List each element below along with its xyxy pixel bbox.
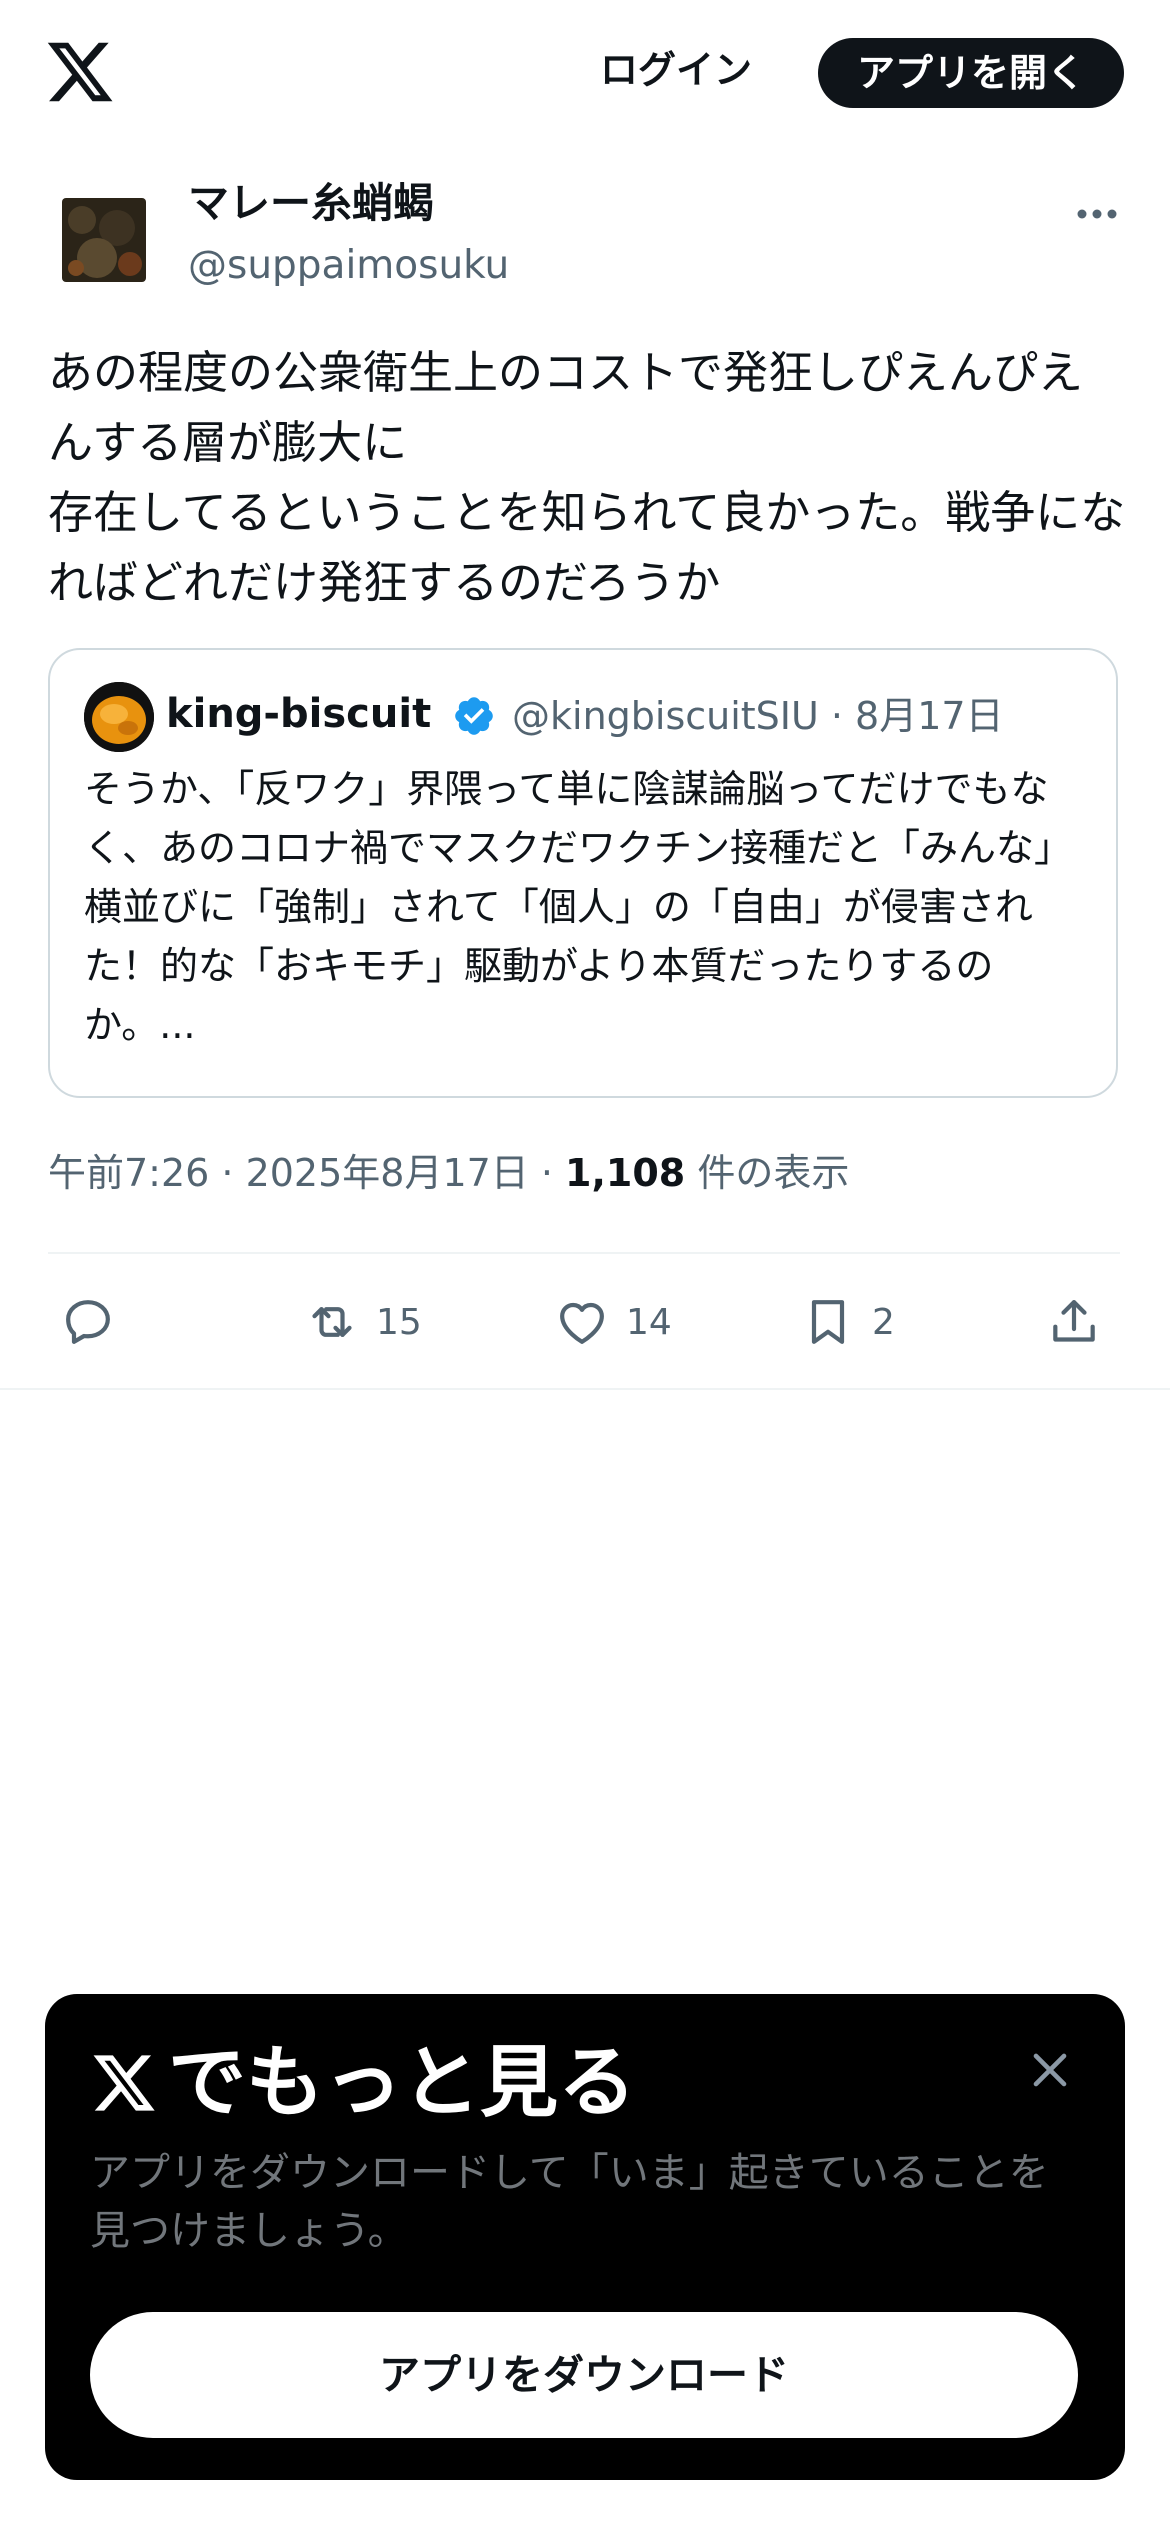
reply-button[interactable] [60,1286,132,1358]
download-app-button[interactable]: アプリをダウンロード [90,2312,1078,2438]
tweet-timestamp[interactable]: 午前7:26 · 2025年8月17日 · [48,1151,565,1195]
promo-title-text: でもっと見る [168,2038,637,2128]
retweet-button[interactable]: 15 [304,1286,422,1358]
reply-icon [66,1300,110,1344]
like-button[interactable]: 14 [554,1286,672,1358]
divider [48,1252,1120,1254]
author-name[interactable]: マレー糸蛸蝎 [188,175,434,231]
quote-text: そうか、「反ワク」界隈って単に陰謀論脳ってだけでもなく、あのコロナ禍でマスクだワ… [84,767,1073,1047]
bookmark-count: 2 [872,1301,895,1343]
share-button[interactable] [1046,1286,1102,1358]
bookmark-icon [811,1300,845,1344]
quote-handle-date[interactable]: @kingbiscuitSIU · 8月17日 [512,688,1004,744]
quote-author-name[interactable]: king-biscuit [166,686,431,742]
login-link[interactable]: ログイン [600,38,752,102]
quote-avatar[interactable] [84,682,154,752]
like-count: 14 [626,1301,672,1343]
verified-icon [455,697,493,735]
like-icon [560,1302,604,1344]
avatar[interactable] [62,198,146,282]
open-app-button[interactable]: アプリを開く [818,38,1124,108]
x-logo-icon[interactable] [44,36,116,108]
divider [0,1388,1170,1390]
bookmark-button[interactable]: 2 [800,1286,895,1358]
views-label: 件の表示 [685,1151,850,1195]
promo-title: でもっと見る [90,2028,636,2138]
views-count: 1,108 [565,1151,686,1195]
retweet-icon [312,1307,352,1337]
x-logo-icon [93,2055,155,2111]
tweet-text: あの程度の公衆衛生上のコストで発狂しぴえんぴえんする層が膨大に 存在してるという… [48,346,1126,609]
author-handle[interactable]: @suppaimosuku [188,240,509,292]
close-icon[interactable] [1022,2042,1078,2098]
promo-description: アプリをダウンロードして「いま」起きていることを見つけましょう。 [90,2150,1049,2254]
more-icon[interactable] [1072,196,1122,232]
retweet-count: 15 [376,1301,422,1343]
share-icon [1053,1300,1095,1342]
tweet-meta: 午前7:26 · 2025年8月17日 · 1,108 件の表示 [48,1144,849,1202]
